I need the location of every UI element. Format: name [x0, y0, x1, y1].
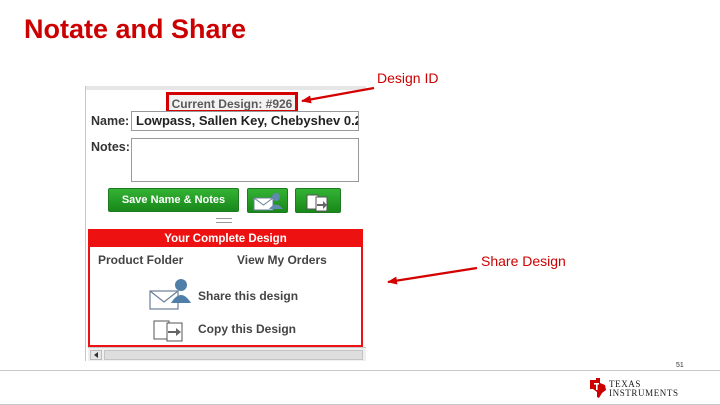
email-share-icon	[253, 193, 283, 211]
complete-design-header: Your Complete Design	[90, 231, 361, 247]
copy-pages-icon	[153, 320, 183, 342]
name-label: Name:	[91, 114, 130, 128]
view-orders-link[interactable]: View My Orders	[237, 253, 327, 267]
copy-design-label: Copy this Design	[198, 322, 297, 336]
save-name-notes-button[interactable]: Save Name & Notes	[108, 188, 239, 212]
ti-logo-line2: INSTRUMENTS	[609, 388, 679, 398]
ti-state-icon	[590, 378, 606, 398]
notes-label: Notes:	[91, 140, 130, 154]
share-design-label: Share this design	[198, 289, 299, 303]
product-folder-link[interactable]: Product Folder	[98, 253, 183, 267]
share-design-callout: Share Design	[481, 253, 566, 269]
panel-top-strip	[86, 86, 366, 90]
email-share-button[interactable]	[247, 188, 288, 213]
horizontal-scrollbar[interactable]	[88, 347, 366, 361]
page-number: 51	[676, 362, 684, 369]
design-panel: Current Design: #926 Name: Lowpass, Sall…	[85, 86, 366, 361]
copy-design-button[interactable]	[295, 188, 341, 213]
copy-design-icon	[306, 194, 328, 212]
design-id-callout: Design ID	[377, 70, 439, 86]
name-input[interactable]: Lowpass, Sallen Key, Chebyshev 0.2 dB	[131, 111, 359, 131]
slide-title: Notate and Share	[24, 14, 247, 44]
notes-input[interactable]	[131, 138, 359, 182]
copy-design-link[interactable]: Copy this Design	[153, 318, 303, 342]
texas-instruments-logo: TEXAS INSTRUMENTS	[588, 377, 688, 399]
share-design-arrow	[387, 266, 478, 285]
current-design-id: Current Design: #926	[166, 92, 298, 113]
resize-grip[interactable]	[216, 218, 232, 223]
scroll-left-icon[interactable]	[90, 350, 102, 360]
share-design-link[interactable]: Share this design	[148, 275, 308, 315]
share-envelope-icon	[149, 279, 191, 310]
scroll-thumb[interactable]	[104, 350, 363, 360]
complete-design-box: Your Complete Design Product Folder View…	[88, 229, 363, 347]
